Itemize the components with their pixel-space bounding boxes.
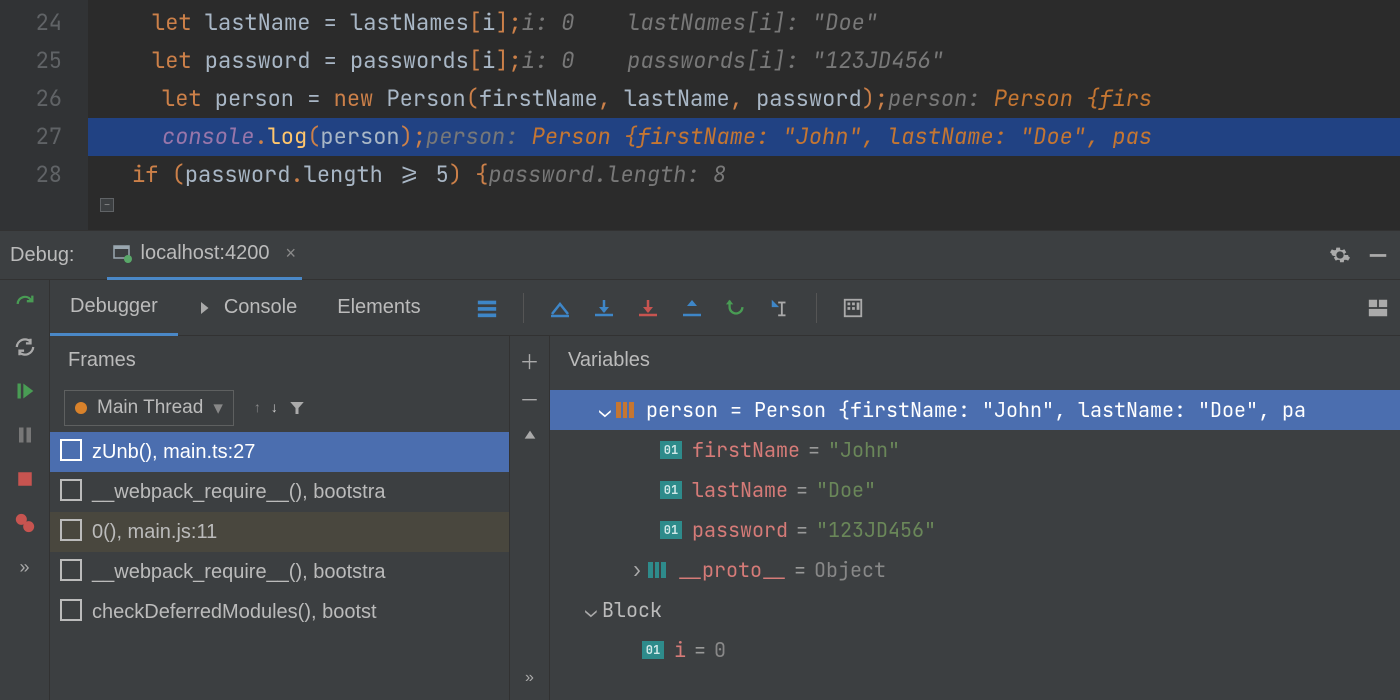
layout-settings-icon[interactable] [1360, 290, 1396, 326]
line-number: 28 [0, 156, 62, 194]
debug-panels: Frames Main Thread ▾ ↑ ↓ zUnb(), main.ts… [50, 336, 1400, 700]
fold-icon[interactable]: − [100, 198, 114, 212]
variables-panel: Variables ⌄ person = Person {firstName: … [550, 336, 1400, 700]
frame-icon [64, 443, 82, 461]
variable-text: person = Person {firstName: "John", last… [646, 397, 1306, 423]
chevron-right-icon[interactable]: › [626, 557, 648, 583]
move-up-icon[interactable] [518, 424, 542, 448]
thread-selector-row: Main Thread ▾ ↑ ↓ [50, 384, 509, 432]
code-line[interactable]: console.log(person); person: Person {fir… [88, 118, 1400, 156]
gear-icon[interactable] [1328, 243, 1352, 267]
step-out-button[interactable] [674, 290, 710, 326]
tab-console[interactable]: Console [178, 280, 317, 336]
refresh-icon[interactable] [10, 332, 40, 362]
frames-panel: Frames Main Thread ▾ ↑ ↓ zUnb(), main.ts… [50, 336, 510, 700]
suspended-thread-icon [75, 402, 87, 414]
chevron-down-icon: ▾ [213, 397, 223, 420]
more-icon[interactable]: » [518, 666, 542, 690]
variable-row-firstname[interactable]: 01 firstName = "John" [550, 430, 1400, 470]
console-icon [198, 299, 216, 317]
stack-frame[interactable]: 0(), main.js:11 [50, 512, 509, 552]
add-watch-icon[interactable]: ＋ [518, 348, 542, 372]
frame-icon [64, 603, 82, 621]
code-line[interactable]: let lastName = lastNames[i]; i: 0 lastNa… [88, 4, 1400, 42]
variable-row-proto[interactable]: › __proto__ = Object [550, 550, 1400, 590]
frames-header: Frames [50, 336, 509, 384]
variable-scope-block[interactable]: ⌄ Block [550, 590, 1400, 630]
close-icon[interactable]: × [285, 243, 296, 264]
step-into-button[interactable] [630, 290, 666, 326]
string-icon: 01 [660, 521, 682, 539]
variable-row-i[interactable]: 01 i = 0 [550, 630, 1400, 670]
object-icon [616, 402, 636, 418]
rerun-button[interactable] [10, 288, 40, 318]
frame-icon [64, 523, 82, 541]
variable-row-password[interactable]: 01 password = "123JD456" [550, 510, 1400, 550]
chevron-down-icon[interactable]: ⌄ [594, 397, 616, 423]
step-over-button[interactable] [586, 290, 622, 326]
stack-frame[interactable]: zUnb(), main.ts:27 [50, 432, 509, 472]
code-line[interactable]: let password = passwords[i]; i: 0 passwo… [88, 42, 1400, 80]
frames-list[interactable]: zUnb(), main.ts:27 __webpack_require__(),… [50, 432, 509, 700]
tab-elements[interactable]: Elements [317, 280, 440, 336]
chevron-down-icon[interactable]: ⌄ [580, 597, 602, 623]
object-icon [648, 562, 668, 578]
line-number: 26 [0, 80, 62, 118]
debug-title: Debug: [10, 244, 75, 267]
stop-button[interactable] [10, 464, 40, 494]
frame-label: 0(), main.js:11 [92, 521, 217, 544]
frame-label: zUnb(), main.ts:27 [92, 441, 255, 464]
variable-row-person[interactable]: ⌄ person = Person {firstName: "John", la… [550, 390, 1400, 430]
show-execution-point-button[interactable] [542, 290, 578, 326]
code-editor[interactable]: 24 25 26 27 28 let lastName = lastNames[… [0, 0, 1400, 230]
run-to-cursor-button[interactable] [762, 290, 798, 326]
frame-icon [64, 563, 82, 581]
variables-tree[interactable]: ⌄ person = Person {firstName: "John", la… [550, 384, 1400, 700]
next-frame-icon[interactable]: ↓ [271, 399, 278, 417]
browser-icon [113, 244, 133, 264]
threads-icon[interactable] [469, 290, 505, 326]
evaluate-expression-button[interactable] [835, 290, 871, 326]
line-number: 25 [0, 42, 62, 80]
debug-session-tab[interactable]: localhost:4200 × [107, 230, 303, 280]
stack-frame[interactable]: __webpack_require__(), bootstra [50, 472, 509, 512]
debug-panel: » Debugger Console Elements Frames [0, 280, 1400, 700]
line-number-gutter: 24 25 26 27 28 [0, 0, 88, 230]
thread-name: Main Thread [97, 397, 203, 419]
prev-frame-icon[interactable]: ↑ [254, 399, 261, 417]
drop-frame-button[interactable] [718, 290, 754, 326]
session-label: localhost:4200 [141, 242, 270, 265]
pause-button[interactable] [10, 420, 40, 450]
variable-row-lastname[interactable]: 01 lastName = "Doe" [550, 470, 1400, 510]
string-icon: 01 [660, 481, 682, 499]
filter-icon[interactable] [288, 399, 306, 417]
variables-header: Variables [550, 336, 1400, 384]
code-area[interactable]: let lastName = lastNames[i]; i: 0 lastNa… [88, 0, 1400, 230]
int-icon: 01 [642, 641, 664, 659]
code-line[interactable]: let person = new Person(firstName, lastN… [88, 80, 1400, 118]
debug-toolwindow-header: Debug: localhost:4200 × [0, 230, 1400, 280]
line-number: 27 [0, 118, 62, 156]
string-icon: 01 [660, 441, 682, 459]
debug-action-rail: » [0, 280, 50, 700]
stack-frame[interactable]: __webpack_require__(), bootstra [50, 552, 509, 592]
remove-watch-icon[interactable]: － [518, 386, 542, 410]
thread-dropdown[interactable]: Main Thread ▾ [64, 390, 234, 426]
more-icon[interactable]: » [10, 552, 40, 582]
frame-label: __webpack_require__(), bootstra [92, 561, 386, 584]
frame-label: checkDeferredModules(), bootst [92, 601, 377, 624]
resume-button[interactable] [10, 376, 40, 406]
debug-tabs-toolbar: Debugger Console Elements [50, 280, 1400, 336]
frame-icon [64, 483, 82, 501]
stack-frame[interactable]: checkDeferredModules(), bootst [50, 592, 509, 632]
tab-debugger[interactable]: Debugger [50, 280, 178, 336]
code-line[interactable]: if (password.length >= 5) { password.len… [88, 156, 1400, 194]
frame-label: __webpack_require__(), bootstra [92, 481, 386, 504]
minimize-icon[interactable] [1366, 243, 1390, 267]
line-number: 24 [0, 4, 62, 42]
view-breakpoints-button[interactable] [10, 508, 40, 538]
variables-side-rail: ＋ － » [510, 336, 550, 700]
